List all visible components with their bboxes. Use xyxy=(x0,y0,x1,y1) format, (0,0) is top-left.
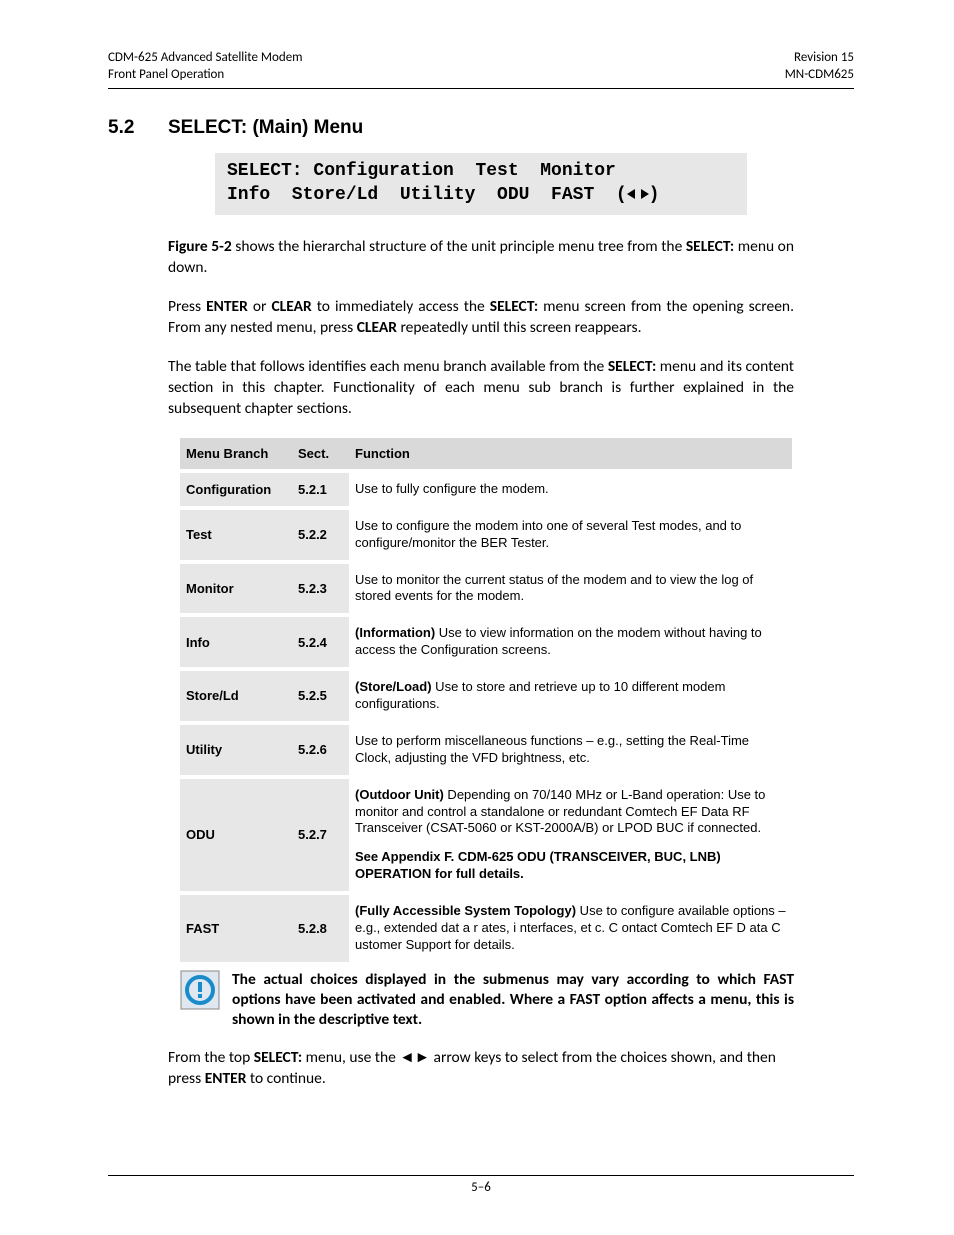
cell-sect: 5.2.7 xyxy=(292,777,349,893)
table-row: Test5.2.2Use to configure the modem into… xyxy=(180,508,792,562)
cell-sect: 5.2.5 xyxy=(292,669,349,723)
header-rule xyxy=(108,88,854,89)
table-row: FAST5.2.8(Fully Accessible System Topolo… xyxy=(180,893,792,964)
paragraph-3: The table that follows identifies each m… xyxy=(168,357,794,420)
cell-branch: ODU xyxy=(180,777,292,893)
cell-branch: FAST xyxy=(180,893,292,964)
header-left-1: CDM-625 Advanced Satellite Modem xyxy=(108,50,303,67)
table-row: ODU5.2.7(Outdoor Unit) Depending on 70/1… xyxy=(180,777,792,893)
lcd-line1: SELECT: Configuration Test Monitor xyxy=(227,161,616,181)
note-block: The actual choices displayed in the subm… xyxy=(180,970,794,1030)
table-row: Store/Ld5.2.5(Store/Load) Use to store a… xyxy=(180,669,792,723)
table-row: Monitor5.2.3Use to monitor the current s… xyxy=(180,562,792,616)
alert-icon xyxy=(180,970,220,1010)
cell-func: Use to perform miscellaneous functions –… xyxy=(349,723,792,777)
cell-sect: 5.2.6 xyxy=(292,723,349,777)
cell-func: (Fully Accessible System Topology) Use t… xyxy=(349,893,792,964)
th-func: Function xyxy=(349,438,792,471)
page-footer: 5–6 xyxy=(108,1175,854,1195)
arrow-left-right-icon xyxy=(627,185,649,205)
header-right-1: Revision 15 xyxy=(785,50,854,67)
th-sect: Sect. xyxy=(292,438,349,471)
section-heading: 5.2 SELECT: (Main) Menu xyxy=(108,117,854,139)
cell-branch: Monitor xyxy=(180,562,292,616)
cell-sect: 5.2.8 xyxy=(292,893,349,964)
cell-func: Use to monitor the current status of the… xyxy=(349,562,792,616)
footer-rule xyxy=(108,1175,854,1176)
cell-branch: Utility xyxy=(180,723,292,777)
header-left-2: Front Panel Operation xyxy=(108,67,303,84)
cell-func: (Store/Load) Use to store and retrieve u… xyxy=(349,669,792,723)
paragraph-1: Figure 5-2 shows the hierarchal structur… xyxy=(168,237,794,279)
th-branch: Menu Branch xyxy=(180,438,292,471)
menu-table: Menu Branch Sect. Function Configuration… xyxy=(180,438,792,966)
page-number: 5–6 xyxy=(108,1180,854,1195)
table-header-row: Menu Branch Sect. Function xyxy=(180,438,792,471)
cell-sect: 5.2.1 xyxy=(292,471,349,508)
table-row: Info5.2.4(Information) Use to view infor… xyxy=(180,615,792,669)
cell-sect: 5.2.2 xyxy=(292,508,349,562)
paragraph-2: Press ENTER or CLEAR to immediately acce… xyxy=(168,297,794,339)
cell-branch: Test xyxy=(180,508,292,562)
paragraph-4: From the top SELECT: menu, use the ◄► ar… xyxy=(168,1048,794,1090)
table-row: Configuration5.2.1Use to fully configure… xyxy=(180,471,792,508)
section-title: SELECT: (Main) Menu xyxy=(168,117,363,139)
cell-sect: 5.2.3 xyxy=(292,562,349,616)
note-text: The actual choices displayed in the subm… xyxy=(232,970,794,1030)
cell-func: Use to configure the modem into one of s… xyxy=(349,508,792,562)
page-header: CDM-625 Advanced Satellite Modem Front P… xyxy=(108,50,854,84)
cell-func: Use to fully configure the modem. xyxy=(349,471,792,508)
cell-func: (Information) Use to view information on… xyxy=(349,615,792,669)
lcd-display: SELECT: Configuration Test Monitor Info … xyxy=(215,153,747,216)
lcd-line2-post: ) xyxy=(649,185,660,205)
lcd-line2-pre: Info Store/Ld Utility ODU FAST ( xyxy=(227,185,627,205)
cell-branch: Info xyxy=(180,615,292,669)
cell-branch: Store/Ld xyxy=(180,669,292,723)
cell-branch: Configuration xyxy=(180,471,292,508)
table-row: Utility5.2.6Use to perform miscellaneous… xyxy=(180,723,792,777)
cell-func: (Outdoor Unit) Depending on 70/140 MHz o… xyxy=(349,777,792,893)
cell-sect: 5.2.4 xyxy=(292,615,349,669)
section-number: 5.2 xyxy=(108,117,168,139)
header-right-2: MN-CDM625 xyxy=(785,67,854,84)
